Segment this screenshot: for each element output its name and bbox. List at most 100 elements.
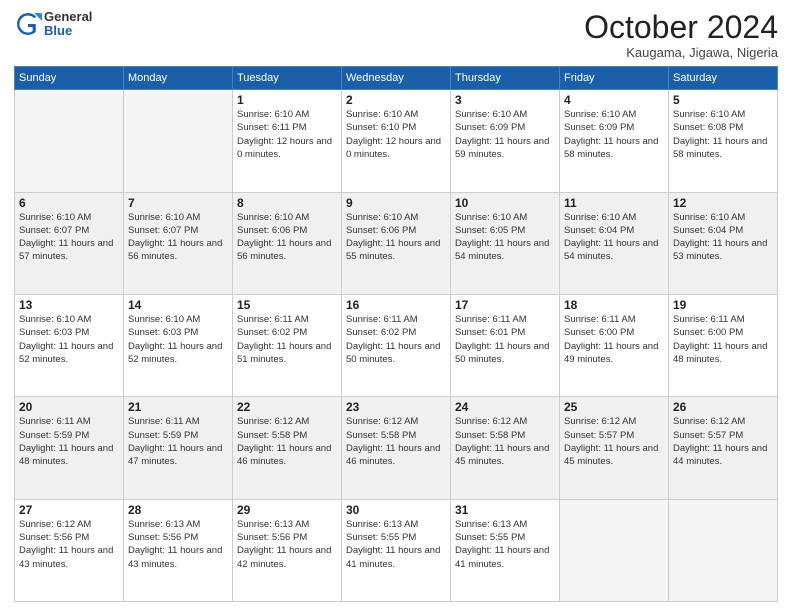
table-row: 7Sunrise: 6:10 AMSunset: 6:07 PMDaylight… xyxy=(124,192,233,294)
calendar-week-row: 6 Sunrise: 6:10 AMSunset: 6:07 PMDaylight… xyxy=(15,192,778,294)
day-info: Sunrise: 6:12 AMSunset: 5:57 PMDaylight:… xyxy=(673,415,773,468)
table-row: 22Sunrise: 6:12 AMSunset: 5:58 PMDayligh… xyxy=(233,397,342,499)
day-number: 6 xyxy=(19,196,119,210)
table-row: 16Sunrise: 6:11 AMSunset: 6:02 PMDayligh… xyxy=(342,294,451,396)
day-number: 20 xyxy=(19,400,119,414)
table-row: 9Sunrise: 6:10 AMSunset: 6:06 PMDaylight… xyxy=(342,192,451,294)
day-number: 22 xyxy=(237,400,337,414)
table-row: 6Sunrise: 6:10 AMSunset: 6:07 PMDaylight… xyxy=(15,192,124,294)
day-number: 12 xyxy=(673,196,773,210)
day-number: 30 xyxy=(346,503,446,517)
day-number: 7 xyxy=(128,196,228,210)
table-row: 3Sunrise: 6:10 AMSunset: 6:09 PMDaylight… xyxy=(451,90,560,192)
table-row: 30Sunrise: 6:13 AMSunset: 5:55 PMDayligh… xyxy=(342,499,451,601)
day-info: Sunrise: 6:12 AMSunset: 5:58 PMDaylight:… xyxy=(455,415,555,468)
day-number: 5 xyxy=(673,93,773,107)
day-number: 10 xyxy=(455,196,555,210)
day-number: 1 xyxy=(237,93,337,107)
day-number: 26 xyxy=(673,400,773,414)
day-number: 31 xyxy=(455,503,555,517)
day-number: 25 xyxy=(564,400,664,414)
logo: General Blue xyxy=(14,10,92,39)
location-subtitle: Kaugama, Jigawa, Nigeria xyxy=(584,45,778,60)
day-info: Sunrise: 6:11 AMSunset: 6:01 PMDaylight:… xyxy=(455,313,555,366)
day-info: Sunrise: 6:10 AMSunset: 6:09 PMDaylight:… xyxy=(564,108,664,161)
page: General Blue October 2024 Kaugama, Jigaw… xyxy=(0,0,792,612)
header-wednesday: Wednesday xyxy=(342,67,451,90)
header-tuesday: Tuesday xyxy=(233,67,342,90)
header: General Blue October 2024 Kaugama, Jigaw… xyxy=(14,10,778,60)
day-number: 11 xyxy=(564,196,664,210)
day-info: Sunrise: 6:11 AMSunset: 6:02 PMDaylight:… xyxy=(237,313,337,366)
day-info: Sunrise: 6:11 AMSunset: 6:00 PMDaylight:… xyxy=(673,313,773,366)
day-number: 28 xyxy=(128,503,228,517)
day-info: Sunrise: 6:10 AMSunset: 6:04 PMDaylight:… xyxy=(673,211,773,264)
day-number: 19 xyxy=(673,298,773,312)
table-row: 2Sunrise: 6:10 AMSunset: 6:10 PMDaylight… xyxy=(342,90,451,192)
table-row: 29Sunrise: 6:13 AMSunset: 5:56 PMDayligh… xyxy=(233,499,342,601)
day-info: Sunrise: 6:10 AMSunset: 6:05 PMDaylight:… xyxy=(455,211,555,264)
day-info: Sunrise: 6:13 AMSunset: 5:56 PMDaylight:… xyxy=(128,518,228,571)
table-row xyxy=(15,90,124,192)
day-info: Sunrise: 6:11 AMSunset: 6:02 PMDaylight:… xyxy=(346,313,446,366)
day-number: 17 xyxy=(455,298,555,312)
table-row: 14Sunrise: 6:10 AMSunset: 6:03 PMDayligh… xyxy=(124,294,233,396)
logo-icon xyxy=(14,10,42,38)
day-info: Sunrise: 6:11 AMSunset: 6:00 PMDaylight:… xyxy=(564,313,664,366)
table-row xyxy=(669,499,778,601)
calendar-week-row: 27Sunrise: 6:12 AMSunset: 5:56 PMDayligh… xyxy=(15,499,778,601)
table-row: 12Sunrise: 6:10 AMSunset: 6:04 PMDayligh… xyxy=(669,192,778,294)
table-row: 11Sunrise: 6:10 AMSunset: 6:04 PMDayligh… xyxy=(560,192,669,294)
table-row: 8Sunrise: 6:10 AMSunset: 6:06 PMDaylight… xyxy=(233,192,342,294)
table-row: 21Sunrise: 6:11 AMSunset: 5:59 PMDayligh… xyxy=(124,397,233,499)
table-row: 20Sunrise: 6:11 AMSunset: 5:59 PMDayligh… xyxy=(15,397,124,499)
table-row: 18Sunrise: 6:11 AMSunset: 6:00 PMDayligh… xyxy=(560,294,669,396)
table-row: 28Sunrise: 6:13 AMSunset: 5:56 PMDayligh… xyxy=(124,499,233,601)
day-number: 4 xyxy=(564,93,664,107)
header-saturday: Saturday xyxy=(669,67,778,90)
day-info: Sunrise: 6:10 AMSunset: 6:03 PMDaylight:… xyxy=(128,313,228,366)
weekday-header-row: Sunday Monday Tuesday Wednesday Thursday… xyxy=(15,67,778,90)
day-info: Sunrise: 6:10 AMSunset: 6:08 PMDaylight:… xyxy=(673,108,773,161)
calendar-table: Sunday Monday Tuesday Wednesday Thursday… xyxy=(14,66,778,602)
day-number: 18 xyxy=(564,298,664,312)
day-info: Sunrise: 6:13 AMSunset: 5:55 PMDaylight:… xyxy=(455,518,555,571)
logo-general-text: General xyxy=(44,10,92,24)
day-number: 27 xyxy=(19,503,119,517)
day-number: 8 xyxy=(237,196,337,210)
table-row: 10Sunrise: 6:10 AMSunset: 6:05 PMDayligh… xyxy=(451,192,560,294)
day-number: 9 xyxy=(346,196,446,210)
table-row: 26Sunrise: 6:12 AMSunset: 5:57 PMDayligh… xyxy=(669,397,778,499)
table-row: 19Sunrise: 6:11 AMSunset: 6:00 PMDayligh… xyxy=(669,294,778,396)
day-number: 23 xyxy=(346,400,446,414)
title-block: October 2024 Kaugama, Jigawa, Nigeria xyxy=(584,10,778,60)
table-row: 15Sunrise: 6:11 AMSunset: 6:02 PMDayligh… xyxy=(233,294,342,396)
header-thursday: Thursday xyxy=(451,67,560,90)
day-info: Sunrise: 6:12 AMSunset: 5:58 PMDaylight:… xyxy=(346,415,446,468)
calendar-week-row: 13Sunrise: 6:10 AMSunset: 6:03 PMDayligh… xyxy=(15,294,778,396)
table-row: 5Sunrise: 6:10 AMSunset: 6:08 PMDaylight… xyxy=(669,90,778,192)
header-friday: Friday xyxy=(560,67,669,90)
day-info: Sunrise: 6:11 AMSunset: 5:59 PMDaylight:… xyxy=(128,415,228,468)
table-row: 4Sunrise: 6:10 AMSunset: 6:09 PMDaylight… xyxy=(560,90,669,192)
day-info: Sunrise: 6:12 AMSunset: 5:56 PMDaylight:… xyxy=(19,518,119,571)
day-info: Sunrise: 6:10 AMSunset: 6:11 PMDaylight:… xyxy=(237,108,337,161)
month-title: October 2024 xyxy=(584,10,778,45)
day-number: 14 xyxy=(128,298,228,312)
day-info: Sunrise: 6:13 AMSunset: 5:55 PMDaylight:… xyxy=(346,518,446,571)
day-number: 29 xyxy=(237,503,337,517)
logo-text: General Blue xyxy=(44,10,92,39)
day-info: Sunrise: 6:10 AMSunset: 6:04 PMDaylight:… xyxy=(564,211,664,264)
day-info: Sunrise: 6:12 AMSunset: 5:58 PMDaylight:… xyxy=(237,415,337,468)
table-row: 25Sunrise: 6:12 AMSunset: 5:57 PMDayligh… xyxy=(560,397,669,499)
day-number: 15 xyxy=(237,298,337,312)
day-number: 2 xyxy=(346,93,446,107)
table-row: 24Sunrise: 6:12 AMSunset: 5:58 PMDayligh… xyxy=(451,397,560,499)
day-number: 21 xyxy=(128,400,228,414)
table-row: 31Sunrise: 6:13 AMSunset: 5:55 PMDayligh… xyxy=(451,499,560,601)
day-info: Sunrise: 6:10 AMSunset: 6:07 PMDaylight:… xyxy=(128,211,228,264)
logo-blue-text: Blue xyxy=(44,24,92,38)
day-number: 24 xyxy=(455,400,555,414)
table-row: 27Sunrise: 6:12 AMSunset: 5:56 PMDayligh… xyxy=(15,499,124,601)
table-row: 17Sunrise: 6:11 AMSunset: 6:01 PMDayligh… xyxy=(451,294,560,396)
